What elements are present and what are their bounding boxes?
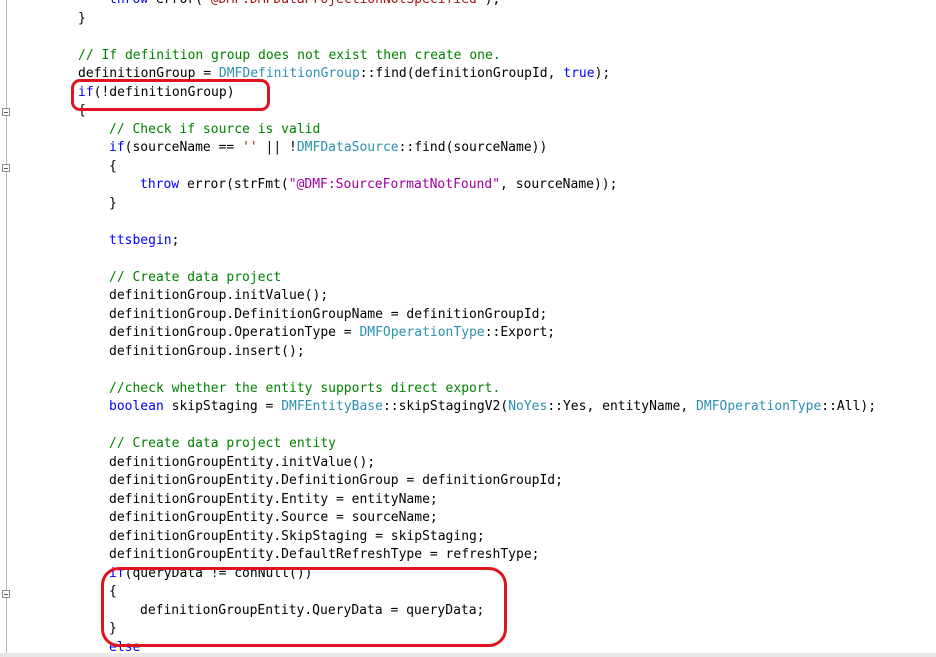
code-token: definitionGroup.initValue(); — [109, 288, 329, 303]
code-token: (sourceName == — [124, 140, 243, 155]
code-token: } — [109, 621, 117, 636]
code-line[interactable]: definitionGroupEntity.Source = sourceNam… — [0, 509, 876, 528]
code-line[interactable] — [0, 250, 876, 269]
code-line[interactable]: definitionGroup.OperationType = DMFOpera… — [0, 324, 876, 343]
code-token: DMFEntityBase — [281, 399, 383, 414]
code-editor[interactable]: throw error("@DMF:DMFDataProjectionNotSp… — [0, 0, 936, 657]
code-token: DMFOperationType — [359, 325, 485, 340]
code-line[interactable]: { — [0, 158, 876, 177]
code-token: error( — [148, 0, 203, 7]
code-token: error(strFmt( — [179, 177, 289, 192]
code-token: definitionGroupEntity.Source = sourceNam… — [109, 510, 438, 525]
code-token: ::All); — [821, 399, 877, 414]
code-token: // Check if source is valid — [109, 121, 321, 137]
code-line[interactable]: // Check if source is valid — [0, 121, 876, 140]
code-token: ::skipStagingV2( — [382, 399, 509, 414]
code-line[interactable]: } — [0, 10, 876, 29]
code-line[interactable]: definitionGroup.DefinitionGroupName = de… — [0, 306, 876, 325]
code-line[interactable]: } — [0, 195, 876, 214]
code-token: ttsbegin — [109, 232, 172, 248]
code-token: } — [78, 10, 86, 26]
code-token: (queryData != conNull()) — [124, 565, 313, 581]
code-token: || ! — [257, 140, 297, 155]
code-line[interactable]: definitionGroupEntity.SkipStaging = skip… — [0, 528, 876, 547]
code-token: true — [563, 66, 595, 81]
code-line[interactable]: if(!definitionGroup) — [0, 84, 876, 103]
code-line[interactable]: { — [0, 583, 876, 602]
code-token: definitionGroupEntity.DefaultRefreshType… — [109, 547, 540, 562]
code-line[interactable]: boolean skipStaging = DMFEntityBase::ski… — [0, 398, 876, 417]
code-token: if — [78, 84, 94, 100]
code-line[interactable] — [0, 28, 876, 47]
code-token: DMFDefinitionGroup — [218, 66, 360, 81]
code-token: // Create data project — [109, 269, 282, 285]
code-line[interactable]: definitionGroup.initValue(); — [0, 287, 876, 306]
code-line[interactable] — [0, 361, 876, 380]
code-line[interactable]: definitionGroupEntity.initValue(); — [0, 454, 876, 473]
code-line[interactable] — [0, 213, 876, 232]
code-token: //check whether the entity supports dire… — [109, 380, 501, 396]
code-line[interactable]: definitionGroupEntity.Entity = entityNam… — [0, 491, 876, 510]
code-token: { — [109, 158, 117, 174]
code-line[interactable]: definitionGroupEntity.DefaultRefreshType… — [0, 546, 876, 565]
code-token: DMFDataSource — [296, 140, 399, 155]
code-line[interactable]: // If definition group does not exist th… — [0, 47, 876, 66]
code-token: ); — [485, 0, 501, 7]
code-token: } — [109, 195, 117, 211]
code-line[interactable]: { — [0, 102, 876, 121]
code-token: throw — [109, 0, 148, 7]
code-token: ; — [171, 232, 180, 248]
code-line[interactable]: //check whether the entity supports dire… — [0, 380, 876, 399]
code-token: NoYes — [508, 399, 548, 414]
code-token: definitionGroupEntity.DefinitionGroup = … — [109, 473, 563, 488]
code-token: throw — [140, 177, 180, 192]
code-line[interactable]: // Create data project entity — [0, 435, 876, 454]
code-line[interactable]: definitionGroupEntity.DefinitionGroup = … — [0, 472, 876, 491]
code-line[interactable]: if(sourceName == '' || !DMFDataSource::f… — [0, 139, 876, 158]
code-text[interactable]: throw error("@DMF:DMFDataProjectionNotSp… — [0, 0, 876, 657]
code-token: ::find(sourceName)) — [398, 140, 548, 155]
code-line[interactable] — [0, 417, 876, 436]
code-token: ); — [594, 66, 611, 81]
code-token: definitionGroupEntity.QueryData = queryD… — [140, 602, 485, 618]
code-token: if — [109, 565, 125, 581]
horizontal-scrollbar[interactable] — [0, 653, 936, 657]
code-token: definitionGroupEntity.initValue(); — [109, 454, 376, 470]
code-line[interactable]: if(queryData != conNull()) — [0, 565, 876, 584]
code-token: (!definitionGroup) — [93, 84, 235, 100]
code-line[interactable]: definitionGroup.insert(); — [0, 343, 876, 362]
code-line[interactable]: ttsbegin; — [0, 232, 876, 251]
code-token: DMFOperationType — [696, 399, 822, 414]
code-token: definitionGroupEntity.SkipStaging = skip… — [109, 528, 485, 544]
code-token: definitionGroup.insert(); — [109, 343, 305, 359]
code-line[interactable]: } — [0, 620, 876, 639]
code-token: "@DMF:SourceFormatNotFound" — [288, 177, 501, 192]
code-token: definitionGroup.DefinitionGroupName = de… — [109, 306, 548, 322]
code-token: definitionGroup.OperationType = — [109, 325, 360, 340]
code-line[interactable]: definitionGroup = DMFDefinitionGroup::fi… — [0, 65, 876, 84]
code-token: definitionGroupEntity.Entity = entityNam… — [109, 491, 438, 507]
code-token: if — [109, 140, 125, 155]
code-token: // Create data project entity — [109, 436, 336, 451]
code-token: { — [78, 103, 86, 118]
code-token: "@DMF:DMFDataProjectionNotSpecified" — [203, 0, 485, 7]
code-token: ::find(definitionGroupId, — [359, 66, 564, 81]
code-line[interactable]: throw error(strFmt("@DMF:SourceFormatNot… — [0, 176, 876, 195]
code-line[interactable]: // Create data project — [0, 269, 876, 288]
code-token: '' — [242, 140, 258, 155]
code-token: ::Export; — [484, 325, 556, 340]
code-line[interactable]: throw error("@DMF:DMFDataProjectionNotSp… — [0, 0, 876, 10]
code-token: skipStaging = — [163, 399, 282, 414]
code-token: boolean — [109, 399, 164, 414]
code-token: // If definition group does not exist th… — [78, 47, 501, 63]
code-token: { — [109, 584, 117, 599]
code-line[interactable]: definitionGroupEntity.QueryData = queryD… — [0, 602, 876, 621]
code-token: , sourceName)); — [500, 177, 618, 192]
code-token: ::Yes, entityName, — [547, 399, 697, 414]
code-token: definitionGroup = — [78, 66, 219, 81]
